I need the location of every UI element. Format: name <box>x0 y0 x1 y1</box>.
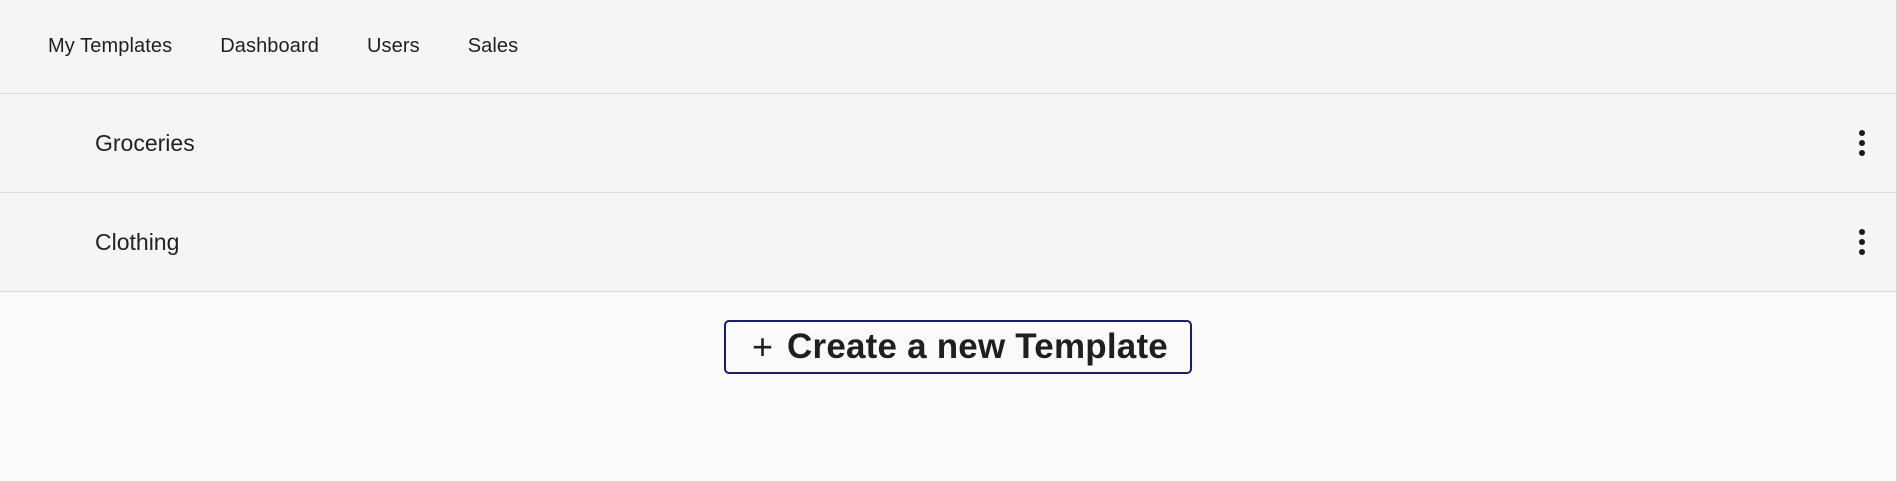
create-template-button[interactable]: + Create a new Template <box>724 320 1192 374</box>
dot <box>1859 140 1865 146</box>
template-name: Clothing <box>95 228 180 255</box>
top-navbar: My Templates Dashboard Users Sales <box>0 0 1896 94</box>
nav-link-sales[interactable]: Sales <box>468 35 519 58</box>
nav-link-my-templates[interactable]: My Templates <box>48 35 172 58</box>
dot <box>1859 150 1865 156</box>
nav-link-dashboard[interactable]: Dashboard <box>220 35 319 58</box>
nav-link-users[interactable]: Users <box>367 35 420 58</box>
more-vertical-icon[interactable] <box>1848 222 1876 262</box>
plus-icon: + <box>752 326 774 367</box>
template-row-clothing[interactable]: Clothing <box>0 193 1896 292</box>
dot <box>1859 229 1865 235</box>
create-template-label: Create a new Template <box>787 327 1168 366</box>
template-row-groceries[interactable]: Groceries <box>0 94 1896 193</box>
dot <box>1859 249 1865 255</box>
app-page: My Templates Dashboard Users Sales Groce… <box>0 0 1898 481</box>
create-template-area: + Create a new Template <box>0 292 1896 374</box>
template-list: Groceries Clothing <box>0 94 1896 292</box>
template-name: Groceries <box>95 129 195 156</box>
dot <box>1859 239 1865 245</box>
dot <box>1859 130 1865 136</box>
more-vertical-icon[interactable] <box>1848 123 1876 163</box>
